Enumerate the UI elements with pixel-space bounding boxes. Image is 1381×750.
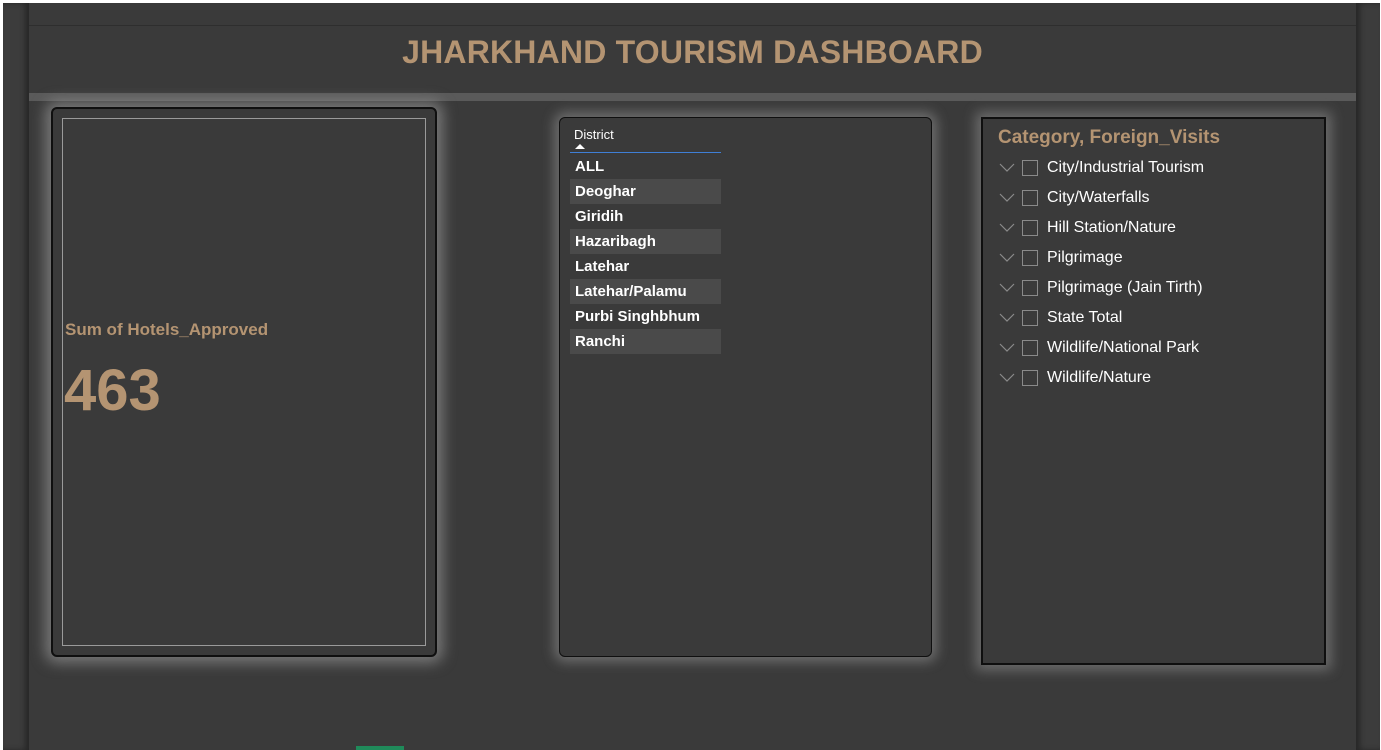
district-slicer[interactable]: District ALL Deoghar Giridih Hazaribagh … bbox=[559, 117, 932, 657]
checkbox[interactable] bbox=[1022, 250, 1038, 266]
chevron-down-icon[interactable] bbox=[998, 339, 1016, 357]
category-item[interactable]: Wildlife/National Park bbox=[998, 333, 1204, 363]
district-item[interactable]: Ranchi bbox=[570, 329, 721, 354]
dashboard-header: JHARKHAND TOURISM DASHBOARD bbox=[29, 25, 1356, 101]
kpi-value: 463 bbox=[64, 358, 161, 423]
page-title: JHARKHAND TOURISM DASHBOARD bbox=[402, 34, 983, 70]
category-item[interactable]: Wildlife/Nature bbox=[998, 363, 1204, 393]
category-item[interactable]: Hill Station/Nature bbox=[998, 213, 1204, 243]
district-item[interactable]: Deoghar bbox=[570, 179, 721, 204]
left-border-strip bbox=[3, 3, 29, 750]
category-label: City/Industrial Tourism bbox=[1047, 159, 1205, 176]
district-item[interactable]: Purbi Singhbhum bbox=[570, 304, 721, 329]
category-item[interactable]: City/Waterfalls bbox=[998, 183, 1204, 213]
category-label: Hill Station/Nature bbox=[1047, 219, 1176, 236]
category-label: Pilgrimage (Jain Tirth) bbox=[1047, 279, 1203, 296]
category-label: City/Waterfalls bbox=[1047, 189, 1150, 206]
slicer-header-underline bbox=[570, 152, 721, 153]
right-border-strip bbox=[1356, 3, 1380, 750]
kpi-label: Sum of Hotels_Approved bbox=[65, 320, 269, 339]
checkbox[interactable] bbox=[1022, 190, 1038, 206]
category-item[interactable]: Pilgrimage (Jain Tirth) bbox=[998, 273, 1204, 303]
page-tab-active[interactable] bbox=[356, 746, 404, 750]
chevron-down-icon[interactable] bbox=[998, 369, 1016, 387]
category-item[interactable]: City/Industrial Tourism bbox=[998, 153, 1204, 183]
checkbox[interactable] bbox=[1022, 220, 1038, 236]
checkbox[interactable] bbox=[1022, 160, 1038, 176]
district-item[interactable]: Latehar/Palamu bbox=[570, 279, 721, 304]
category-label: Pilgrimage bbox=[1047, 249, 1123, 266]
category-item[interactable]: Pilgrimage bbox=[998, 243, 1204, 273]
checkbox[interactable] bbox=[1022, 280, 1038, 296]
chevron-down-icon[interactable] bbox=[998, 309, 1016, 327]
checkbox[interactable] bbox=[1022, 310, 1038, 326]
district-list: ALL Deoghar Giridih Hazaribagh Latehar L… bbox=[570, 154, 721, 354]
category-item[interactable]: State Total bbox=[998, 303, 1204, 333]
category-list: City/Industrial Tourism City/Waterfalls … bbox=[998, 153, 1204, 393]
district-item[interactable]: ALL bbox=[570, 154, 721, 179]
chevron-down-icon[interactable] bbox=[998, 219, 1016, 237]
category-label: State Total bbox=[1047, 309, 1123, 326]
category-label: Wildlife/Nature bbox=[1047, 369, 1152, 386]
chevron-down-icon[interactable] bbox=[998, 279, 1016, 297]
hotels-approved-card[interactable]: Sum of Hotels_Approved 463 bbox=[51, 107, 437, 657]
chevron-down-icon[interactable] bbox=[998, 249, 1016, 267]
district-item[interactable]: Giridih bbox=[570, 204, 721, 229]
chevron-down-icon[interactable] bbox=[998, 189, 1016, 207]
district-item[interactable]: Hazaribagh bbox=[570, 229, 721, 254]
slicer-header: District bbox=[574, 127, 614, 142]
slicer-title: Category, Foreign_Visits bbox=[998, 127, 1221, 148]
chevron-down-icon[interactable] bbox=[998, 159, 1016, 177]
district-item[interactable]: Latehar bbox=[570, 254, 721, 279]
category-slicer[interactable]: Category, Foreign_Visits City/Industrial… bbox=[981, 117, 1326, 665]
category-label: Wildlife/National Park bbox=[1047, 339, 1200, 356]
checkbox[interactable] bbox=[1022, 370, 1038, 386]
checkbox[interactable] bbox=[1022, 340, 1038, 356]
sort-up-icon[interactable] bbox=[575, 144, 585, 149]
